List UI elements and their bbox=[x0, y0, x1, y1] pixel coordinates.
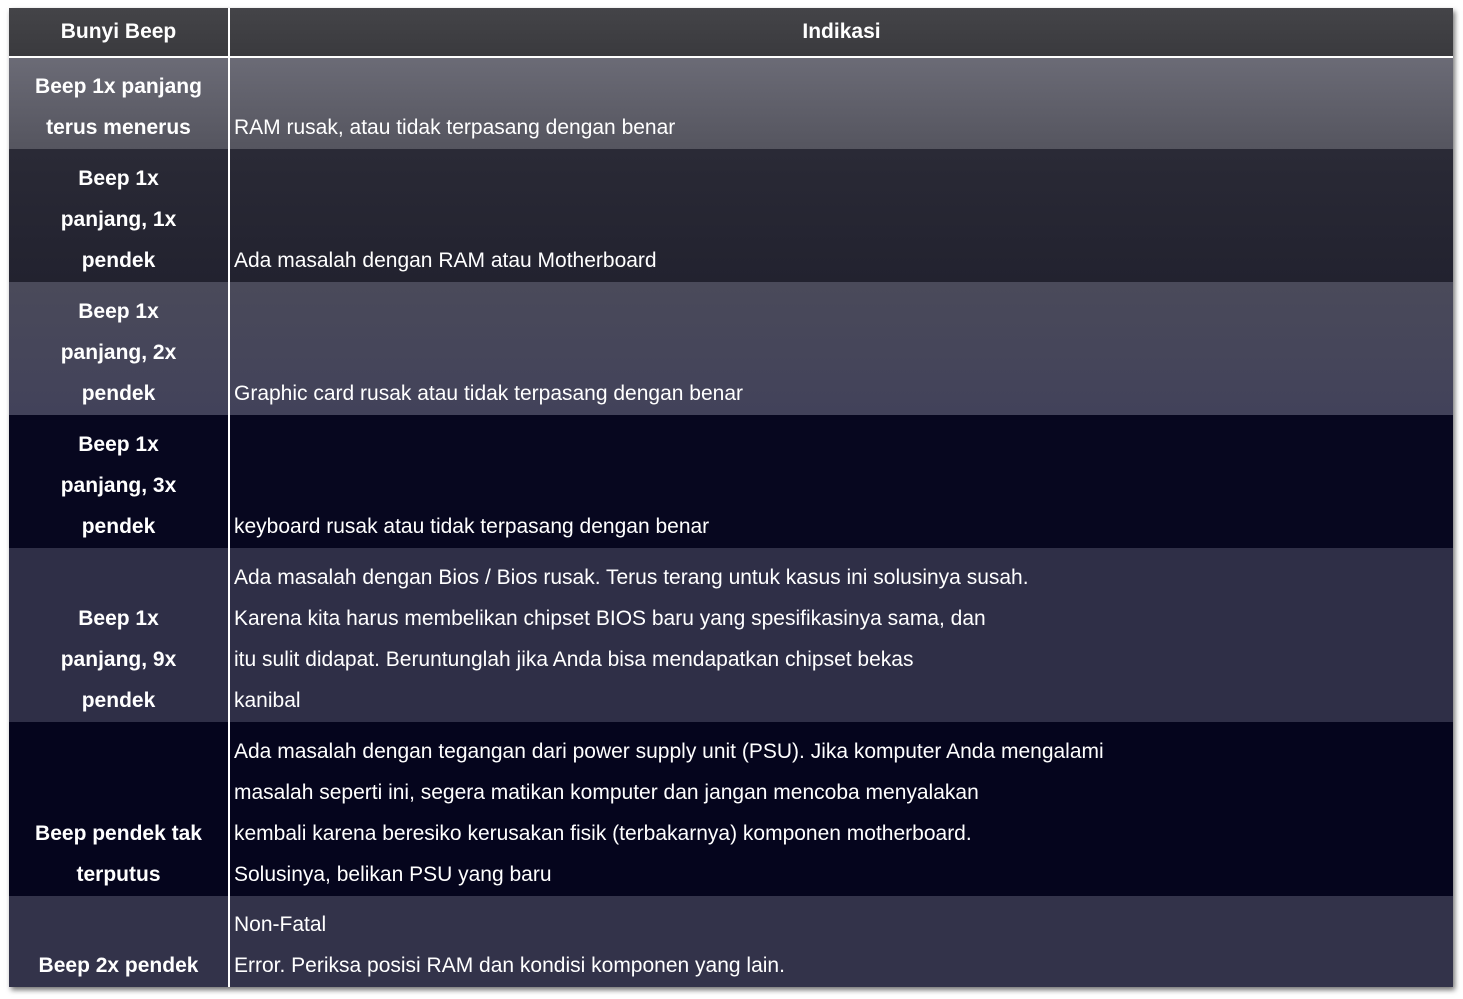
beep-cell: Beep 1x panjang, 2x pendek bbox=[9, 282, 230, 415]
indikasi-cell: Graphic card rusak atau tidak terpasang … bbox=[230, 282, 1453, 415]
beep-line: Beep 1x bbox=[78, 167, 159, 190]
indikasi-line: masalah seperti ini, segera matikan komp… bbox=[234, 781, 979, 804]
indikasi-cell: RAM rusak, atau tidak terpasang dengan b… bbox=[230, 58, 1453, 149]
indikasi-cell: Ada masalah dengan tegangan dari power s… bbox=[230, 722, 1453, 896]
table-header: Bunyi Beep Indikasi bbox=[9, 8, 1453, 58]
beep-line: Beep 1x bbox=[78, 300, 159, 323]
indikasi-line: Karena kita harus membelikan chipset BIO… bbox=[234, 607, 986, 630]
indikasi-line: Solusinya, belikan PSU yang baru bbox=[234, 863, 552, 886]
beep-cell: Beep pendek tak terputus bbox=[9, 722, 230, 896]
table-row: Beep 1x panjang, 3x pendek keyboard rusa… bbox=[9, 415, 1453, 548]
beep-line: panjang, 1x bbox=[60, 208, 177, 231]
beep-line: panjang, 3x bbox=[60, 474, 177, 497]
indikasi-line: Ada masalah dengan Bios / Bios rusak. Te… bbox=[234, 566, 1029, 589]
beep-cell: Beep 1x panjang terus menerus bbox=[9, 58, 230, 149]
indikasi-cell: Non-Fatal Error. Periksa posisi RAM dan … bbox=[230, 896, 1453, 987]
beep-cell: Beep 1x panjang, 1x pendek bbox=[9, 149, 230, 282]
beep-line: Beep 1x panjang bbox=[35, 75, 202, 98]
table-row: Beep 1x panjang terus menerus RAM rusak,… bbox=[9, 58, 1453, 149]
indikasi-cell: Ada masalah dengan RAM atau Motherboard bbox=[230, 149, 1453, 282]
beep-line: Beep pendek tak bbox=[35, 822, 202, 845]
beep-line: Beep 1x bbox=[78, 433, 159, 456]
beep-line: terputus bbox=[76, 863, 161, 886]
indikasi-line: Non-Fatal bbox=[234, 913, 327, 936]
header-indikasi: Indikasi bbox=[802, 20, 881, 43]
indikasi-line: Graphic card rusak atau tidak terpasang … bbox=[234, 382, 743, 405]
beep-cell: Beep 2x pendek bbox=[9, 896, 230, 987]
indikasi-line: Ada masalah dengan tegangan dari power s… bbox=[234, 740, 1104, 763]
beep-line: panjang, 2x bbox=[60, 341, 177, 364]
table-row: Beep 2x pendek Non-Fatal Error. Periksa … bbox=[9, 896, 1453, 987]
beep-cell: Beep 1x panjang, 9x pendek bbox=[9, 548, 230, 722]
indikasi-cell: keyboard rusak atau tidak terpasang deng… bbox=[230, 415, 1453, 548]
table-row: Beep pendek tak terputus Ada masalah den… bbox=[9, 722, 1453, 896]
beep-line: pendek bbox=[81, 249, 156, 272]
table-row: Beep 1x panjang, 2x pendek Graphic card … bbox=[9, 282, 1453, 415]
indikasi-line: Ada masalah dengan RAM atau Motherboard bbox=[234, 249, 657, 272]
indikasi-cell: Ada masalah dengan Bios / Bios rusak. Te… bbox=[230, 548, 1453, 722]
indikasi-line: Error. Periksa posisi RAM dan kondisi ko… bbox=[234, 954, 785, 977]
indikasi-line: kembali karena beresiko kerusakan fisik … bbox=[234, 822, 972, 845]
indikasi-line: RAM rusak, atau tidak terpasang dengan b… bbox=[234, 116, 676, 139]
beep-line: Beep 2x pendek bbox=[38, 954, 199, 977]
beep-line: pendek bbox=[81, 515, 156, 538]
table-row: Beep 1x panjang, 1x pendek Ada masalah d… bbox=[9, 149, 1453, 282]
indikasi-line: keyboard rusak atau tidak terpasang deng… bbox=[234, 515, 710, 538]
indikasi-line: itu sulit didapat. Beruntunglah jika And… bbox=[234, 648, 914, 671]
beep-line: Beep 1x bbox=[78, 607, 159, 630]
table-row: Beep 1x panjang, 9x pendek Ada masalah d… bbox=[9, 548, 1453, 722]
beep-cell: Beep 1x panjang, 3x pendek bbox=[9, 415, 230, 548]
beep-code-table: Bunyi Beep Indikasi Beep 1x panjang teru… bbox=[9, 8, 1453, 987]
beep-line: terus menerus bbox=[46, 116, 191, 139]
indikasi-line: kanibal bbox=[234, 689, 301, 712]
header-bunyi-beep: Bunyi Beep bbox=[9, 8, 230, 56]
beep-line: panjang, 9x bbox=[60, 648, 177, 671]
beep-line: pendek bbox=[81, 382, 156, 405]
beep-line: pendek bbox=[81, 689, 156, 712]
